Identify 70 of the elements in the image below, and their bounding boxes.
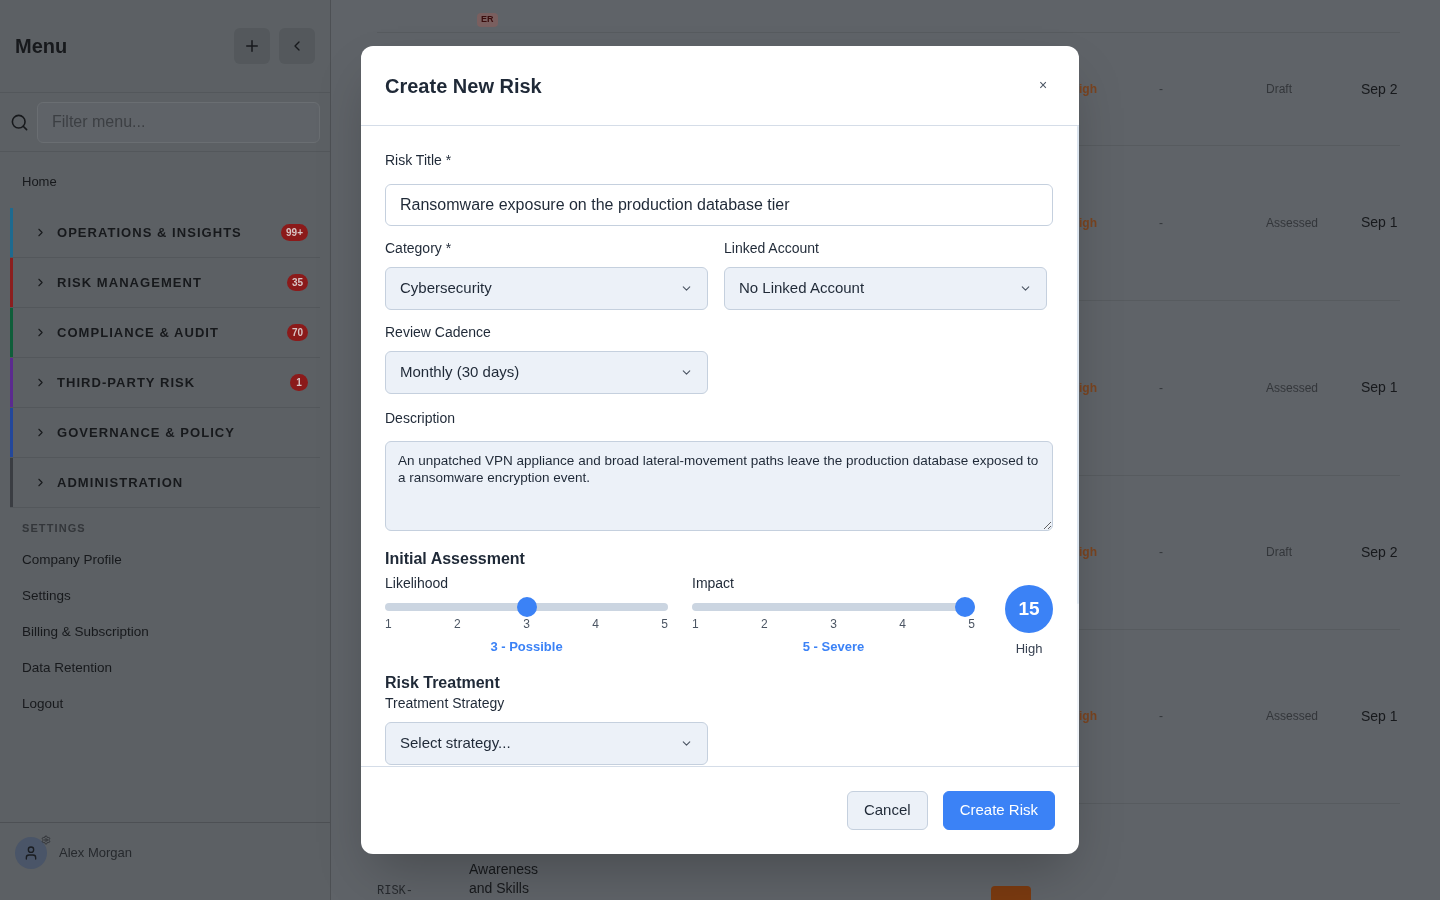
section-heading: Initial Assessment — [385, 549, 526, 569]
menu-group[interactable]: RISK MANAGEMENT 35 — [10, 258, 320, 308]
slider-reading: 5 - Severe — [802, 638, 865, 656]
date-text: Sep 2 — [1361, 542, 1398, 562]
category-select[interactable]: Cybersecurity — [385, 267, 708, 310]
gear-icon — [41, 835, 51, 845]
score-label: High — [1015, 640, 1043, 658]
description-field[interactable]: An unpatched VPN appliance and broad lateral-movement paths leave the production database exposed to a ransomware encryption event. — [385, 441, 1053, 531]
search-icon — [10, 112, 29, 132]
field-label: Category * — [385, 239, 453, 258]
count-badge: 1 — [290, 374, 308, 391]
tick-label: 5 — [661, 616, 668, 633]
rating-badge — [991, 886, 1031, 900]
user-icon — [23, 845, 39, 861]
table-cell-text: - — [1159, 214, 1164, 232]
field-label: Linked Account — [724, 239, 820, 258]
cancel-button[interactable]: Cancel — [846, 791, 928, 830]
date-text: Sep 1 — [1361, 706, 1398, 726]
count-badge: 70 — [286, 324, 308, 341]
rating-text: igh — [1079, 544, 1098, 562]
plus-icon — [243, 37, 261, 55]
tick-label: 5 — [968, 616, 975, 633]
rating-text: igh — [1079, 708, 1098, 726]
create-button[interactable]: Create Risk — [942, 791, 1055, 830]
tick-label: 3 — [523, 616, 530, 633]
slider-reading: 3 - Possible — [490, 638, 563, 656]
sidebar-title: Menu — [15, 34, 68, 59]
date-text: Sep 1 — [1361, 213, 1398, 233]
tick-label: 4 — [899, 616, 906, 633]
date-text: Sep 2 — [1361, 79, 1398, 99]
field-label: Description — [385, 409, 457, 428]
slider-label: Impact — [692, 574, 735, 593]
risk-score: 15 — [1005, 585, 1053, 633]
rating-text: igh — [1079, 379, 1098, 397]
field-label: Treatment Strategy — [385, 693, 506, 713]
count-badge: 99+ — [281, 224, 308, 241]
add-button[interactable] — [234, 28, 270, 64]
menu-group[interactable]: OPERATIONS & INSIGHTS 99+ — [10, 208, 320, 258]
slider-label: Likelihood — [385, 574, 450, 593]
count-badge: 35 — [286, 274, 308, 291]
field-label: Risk Title * — [385, 151, 453, 170]
tick-label: 1 — [692, 616, 699, 633]
tag-badge: ER — [477, 13, 498, 27]
strategy-select[interactable]: Select strategy... — [385, 721, 708, 765]
menu-group[interactable]: THIRD-PARTY RISK 1 — [10, 358, 320, 408]
date-text: Sep 1 — [1361, 378, 1398, 398]
close-button[interactable]: × — [1031, 73, 1055, 98]
account-select[interactable]: No Linked Account — [724, 267, 1047, 310]
risk-title-field[interactable]: Ransomware exposure on the production database tier — [385, 184, 1053, 226]
rating-text: igh — [1079, 214, 1098, 232]
tick-label: 2 — [454, 616, 461, 633]
tick-label: 1 — [385, 616, 392, 633]
rating-text: igh — [1079, 81, 1098, 99]
tick-label: 3 — [830, 616, 837, 633]
collapse-button[interactable] — [279, 28, 315, 64]
slider-thumb[interactable] — [955, 597, 975, 617]
section-heading: Risk Treatment — [385, 672, 501, 693]
menu-group[interactable]: COMPLIANCE & AUDIT 70 — [10, 308, 320, 358]
table-cell-text: - — [1159, 544, 1164, 562]
slider-thumb[interactable] — [516, 597, 537, 617]
cadence-select[interactable]: Monthly (30 days) — [385, 351, 708, 394]
table-cell-text: - — [1159, 379, 1164, 397]
dialog-title: Create New Risk — [385, 73, 542, 99]
table-cell-text: - — [1159, 708, 1164, 726]
field-label: Review Cadence — [385, 323, 492, 342]
tick-label: 4 — [592, 616, 599, 633]
table-cell-text: - — [1159, 81, 1164, 99]
risk-id: RISK- — [377, 883, 414, 900]
tick-label: 2 — [761, 616, 768, 633]
risk-title-text: Awareness and Skills — [469, 860, 539, 898]
